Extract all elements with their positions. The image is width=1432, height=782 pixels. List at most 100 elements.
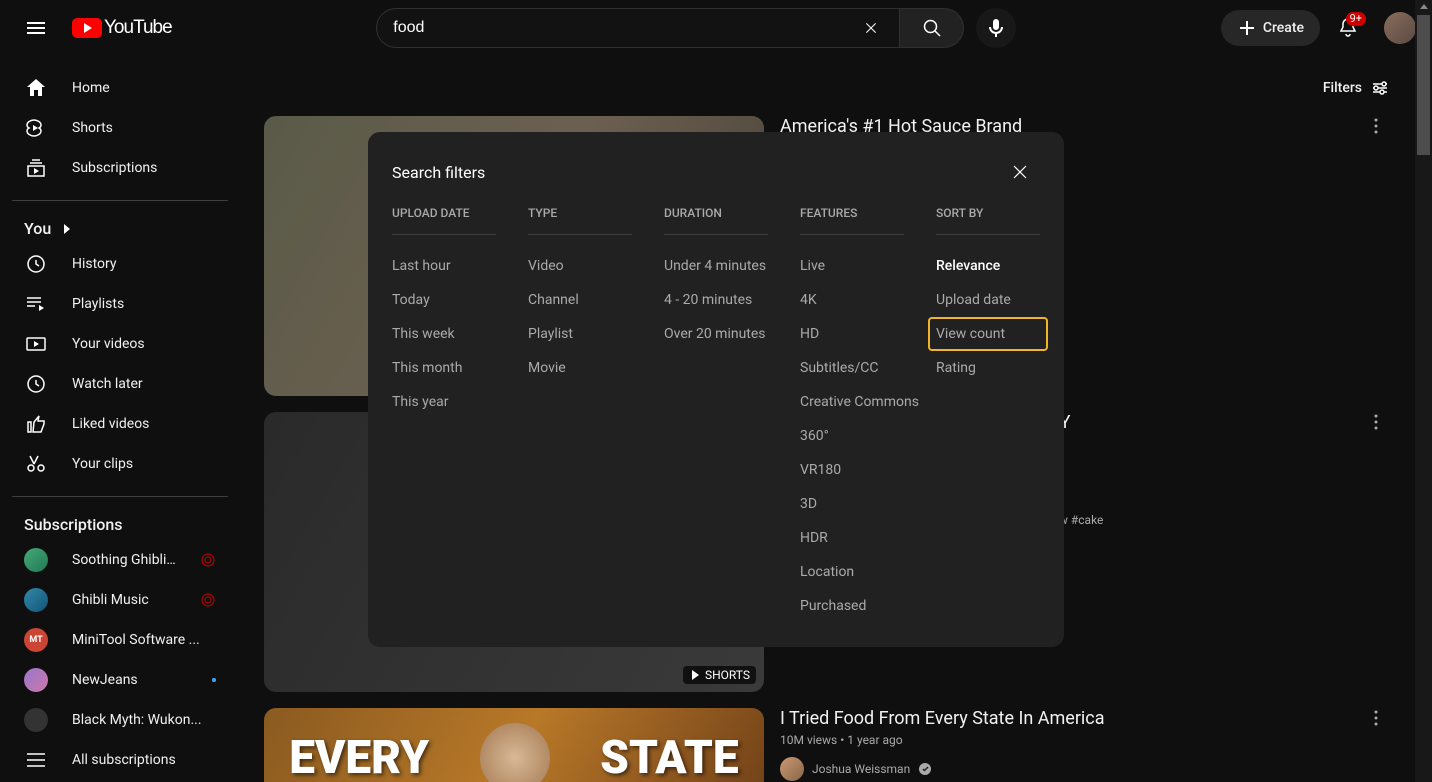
filter-option-3d[interactable]: 3D bbox=[800, 487, 904, 521]
filter-column-header: UPLOAD DATE bbox=[392, 206, 496, 235]
filter-option-view-count[interactable]: View count bbox=[928, 317, 1048, 351]
you-header[interactable]: You bbox=[12, 213, 228, 244]
result-channel[interactable]: Joshua Weissman bbox=[780, 757, 1350, 781]
filter-option-under-4-minutes[interactable]: Under 4 minutes bbox=[664, 249, 768, 283]
filter-option-playlist[interactable]: Playlist bbox=[528, 317, 632, 351]
sidebar-subscription-item[interactable]: MTMiniTool Software ... bbox=[12, 620, 228, 660]
notification-badge: 9+ bbox=[1346, 12, 1366, 26]
channel-avatar bbox=[24, 708, 48, 732]
scrollbar-track[interactable] bbox=[1415, 0, 1432, 782]
header-right: Create 9+ bbox=[1221, 8, 1416, 48]
more-vertical-icon bbox=[1366, 708, 1386, 728]
home-icon bbox=[24, 76, 48, 100]
sidebar-subscription-item[interactable]: All subscriptions bbox=[12, 740, 228, 780]
sidebar-subscription-item[interactable]: Ghibli Music bbox=[12, 580, 228, 620]
filter-option-video[interactable]: Video bbox=[528, 249, 632, 283]
hamburger-menu-button[interactable] bbox=[16, 8, 56, 48]
you-label: You bbox=[24, 219, 51, 238]
search-filters-modal: Search filters UPLOAD DATE Last hourToday… bbox=[368, 132, 1064, 647]
filter-option-upload-date[interactable]: Upload date bbox=[936, 283, 1040, 317]
subscription-label: Ghibli Music bbox=[72, 592, 176, 608]
result-title[interactable]: I Tried Food From Every State In America bbox=[780, 708, 1350, 729]
menu-icon bbox=[24, 16, 48, 40]
filter-option-rating[interactable]: Rating bbox=[936, 351, 1040, 385]
nav-label: Subscriptions bbox=[72, 160, 157, 176]
sidebar-item-home[interactable]: Home bbox=[12, 68, 228, 108]
filter-option-this-week[interactable]: This week bbox=[392, 317, 496, 351]
scrollbar-thumb[interactable] bbox=[1417, 15, 1430, 155]
sidebar-item-your-videos[interactable]: Your videos bbox=[12, 324, 228, 364]
create-button[interactable]: Create bbox=[1221, 10, 1320, 46]
voice-search-button[interactable] bbox=[976, 8, 1016, 48]
verified-icon bbox=[918, 762, 932, 776]
sidebar-subscription-item[interactable]: Black Myth: Wukon... bbox=[12, 700, 228, 740]
sidebar-item-history[interactable]: History bbox=[12, 244, 228, 284]
filter-option-this-year[interactable]: This year bbox=[392, 385, 496, 419]
account-avatar[interactable] bbox=[1384, 12, 1416, 44]
filter-option-4-20-minutes[interactable]: 4 - 20 minutes bbox=[664, 283, 768, 317]
sidebar-item-subscriptions[interactable]: Subscriptions bbox=[12, 148, 228, 188]
filter-option-subtitles-cc[interactable]: Subtitles/CC bbox=[800, 351, 904, 385]
your-videos-icon bbox=[24, 332, 48, 356]
nav-label: Liked videos bbox=[72, 416, 149, 432]
filter-option-this-month[interactable]: This month bbox=[392, 351, 496, 385]
filter-option-purchased[interactable]: Purchased bbox=[800, 589, 904, 623]
clear-search-button[interactable] bbox=[859, 16, 883, 40]
filter-column-header: TYPE bbox=[528, 206, 632, 235]
history-icon bbox=[24, 252, 48, 276]
sidebar-item-liked-videos[interactable]: Liked videos bbox=[12, 404, 228, 444]
filter-option-relevance[interactable]: Relevance bbox=[936, 249, 1040, 283]
channel-avatar bbox=[24, 588, 48, 612]
result-menu-button[interactable] bbox=[1366, 412, 1390, 692]
youtube-logo[interactable]: YouTube bbox=[72, 17, 172, 39]
new-content-dot bbox=[212, 678, 216, 682]
watch-later-icon bbox=[24, 372, 48, 396]
filter-option-over-20-minutes[interactable]: Over 20 minutes bbox=[664, 317, 768, 351]
scroll-up-arrow[interactable] bbox=[1417, 0, 1430, 13]
sidebar-item-watch-later[interactable]: Watch later bbox=[12, 364, 228, 404]
filter-option-hdr[interactable]: HDR bbox=[800, 521, 904, 555]
filter-option-hd[interactable]: HD bbox=[800, 317, 904, 351]
filter-option-last-hour[interactable]: Last hour bbox=[392, 249, 496, 283]
chevron-right-icon bbox=[59, 221, 75, 237]
sidebar-subscription-item[interactable]: Soothing Ghibli P... bbox=[12, 540, 228, 580]
close-modal-button[interactable] bbox=[1000, 152, 1040, 192]
sidebar-subscription-item[interactable]: NewJeans bbox=[12, 660, 228, 700]
subscription-label: NewJeans bbox=[72, 672, 188, 688]
close-icon bbox=[1008, 160, 1032, 184]
shorts-badge: SHORTS bbox=[683, 666, 756, 684]
video-thumbnail[interactable]: EVERY STATE bbox=[264, 708, 764, 782]
search-button[interactable] bbox=[900, 8, 964, 48]
sidebar-item-your-clips[interactable]: Your clips bbox=[12, 444, 228, 484]
filter-option-360-[interactable]: 360° bbox=[800, 419, 904, 453]
header-left: YouTube bbox=[16, 8, 172, 48]
search-input[interactable] bbox=[393, 19, 859, 37]
sidebar-item-playlists[interactable]: Playlists bbox=[12, 284, 228, 324]
modal-title: Search filters bbox=[392, 163, 485, 182]
nav-label: Your clips bbox=[72, 456, 133, 472]
search-icon bbox=[920, 16, 944, 40]
nav-label: History bbox=[72, 256, 117, 272]
filter-option-movie[interactable]: Movie bbox=[528, 351, 632, 385]
all-subscriptions-icon bbox=[24, 748, 48, 772]
microphone-icon bbox=[984, 16, 1008, 40]
filter-option-4k[interactable]: 4K bbox=[800, 283, 904, 317]
result-menu-button[interactable] bbox=[1366, 116, 1390, 396]
sidebar-item-shorts[interactable]: Shorts bbox=[12, 108, 228, 148]
notifications-button[interactable]: 9+ bbox=[1328, 8, 1368, 48]
filter-option-channel[interactable]: Channel bbox=[528, 283, 632, 317]
shorts-icon bbox=[24, 116, 48, 140]
filter-columns: UPLOAD DATE Last hourTodayThis weekThis m… bbox=[392, 206, 1040, 623]
filter-column-features: FEATURES Live4KHDSubtitles/CCCreative Com… bbox=[800, 206, 904, 623]
filter-column-header: FEATURES bbox=[800, 206, 904, 235]
filter-option-vr180[interactable]: VR180 bbox=[800, 453, 904, 487]
channel-avatar bbox=[780, 757, 804, 781]
filter-option-location[interactable]: Location bbox=[800, 555, 904, 589]
channel-name: Joshua Weissman bbox=[812, 762, 910, 776]
filter-option-live[interactable]: Live bbox=[800, 249, 904, 283]
close-icon bbox=[861, 18, 881, 38]
result-menu-button[interactable] bbox=[1366, 708, 1390, 782]
filters-button[interactable]: Filters bbox=[1323, 72, 1390, 104]
filter-option-today[interactable]: Today bbox=[392, 283, 496, 317]
filter-option-creative-commons[interactable]: Creative Commons bbox=[800, 385, 904, 419]
